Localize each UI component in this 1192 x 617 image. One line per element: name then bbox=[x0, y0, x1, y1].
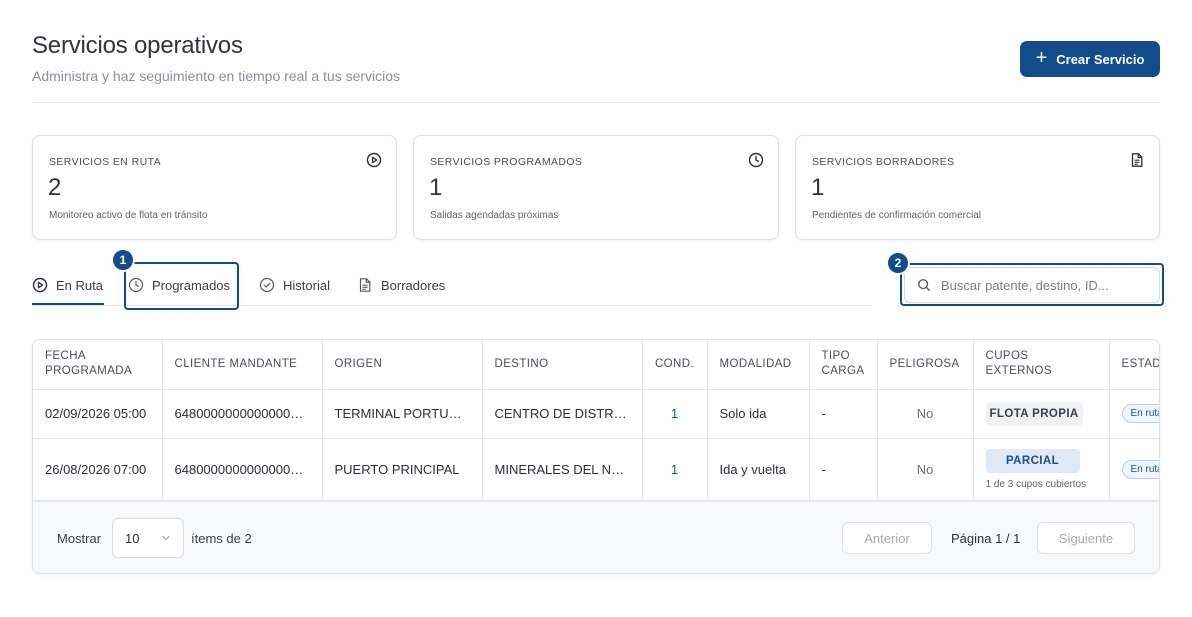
highlight-programados-tab bbox=[124, 262, 239, 310]
plus-icon: + bbox=[1035, 47, 1048, 69]
cell-modalidad: Solo ida bbox=[707, 389, 810, 439]
stat-value: 2 bbox=[48, 174, 62, 201]
cell-cliente: 6480000000000000000 bbox=[162, 389, 323, 439]
page-size-value: 10 bbox=[125, 530, 140, 546]
pagination-footer: Mostrar 10 ítems de 2 Anterior Página 1 … bbox=[33, 501, 1159, 573]
cell-destino: MINERALES DEL NORTE bbox=[482, 438, 643, 501]
cell-tipo-carga: - bbox=[809, 389, 878, 439]
tab-en-ruta[interactable]: En Ruta bbox=[32, 274, 103, 296]
cell-cliente: 6480000000000000000 bbox=[162, 438, 323, 501]
highlight-search bbox=[900, 263, 1164, 306]
cell-estado: En ruta bbox=[1109, 438, 1159, 501]
page-title: Servicios operativos bbox=[32, 32, 243, 59]
cell-fecha: 26/08/2026 07:00 bbox=[33, 438, 163, 501]
cupos-badge: PARCIAL bbox=[985, 448, 1080, 473]
previous-page-button[interactable]: Anterior bbox=[842, 522, 932, 554]
cell-peligrosa: No bbox=[877, 438, 974, 501]
cell-estado: En ruta bbox=[1109, 389, 1159, 439]
cupos-badge: FLOTA PROPIA bbox=[985, 401, 1083, 426]
cell-peligrosa: No bbox=[877, 389, 974, 439]
cell-fecha: 02/09/2026 05:00 bbox=[33, 389, 163, 439]
document-icon bbox=[359, 278, 371, 292]
column-header: ORIGEN bbox=[322, 340, 483, 390]
column-header: FECHA PROGRAMADA bbox=[33, 340, 163, 390]
stat-card-borradores: SERVICIOS BORRADORES 1 Pendientes de con… bbox=[795, 135, 1160, 240]
stat-description: Salidas agendadas próximas bbox=[430, 210, 559, 221]
step-marker-1: 1 bbox=[111, 248, 135, 272]
stat-label: SERVICIOS BORRADORES bbox=[812, 156, 955, 168]
table-row[interactable]: 26/08/2026 07:00 6480000000000000000 PUE… bbox=[33, 438, 1159, 501]
stat-description: Pendientes de confirmación comercial bbox=[812, 210, 981, 221]
cell-tipo-carga: - bbox=[809, 438, 878, 501]
stat-description: Monitoreo activo de flota en tránsito bbox=[49, 210, 208, 221]
table-row[interactable]: 02/09/2026 05:00 6480000000000000000 TER… bbox=[33, 389, 1159, 439]
column-header: TIPO CARGA bbox=[809, 340, 878, 390]
cell-cond: 1 bbox=[642, 438, 708, 501]
items-count-label: ítems de 2 bbox=[191, 531, 252, 546]
status-badge: En ruta bbox=[1121, 459, 1159, 479]
active-tab-indicator bbox=[32, 303, 104, 305]
tab-historial[interactable]: Historial bbox=[259, 274, 330, 296]
play-circle-icon bbox=[366, 152, 382, 168]
page-subtitle: Administra y haz seguimiento en tiempo r… bbox=[32, 68, 401, 84]
column-header: CUPOS EXTERNOS bbox=[973, 340, 1110, 390]
status-badge: En ruta bbox=[1121, 404, 1159, 423]
cell-cond: 1 bbox=[642, 389, 708, 439]
cell-cupos: FLOTA PROPIA bbox=[973, 389, 1110, 439]
services-table: FECHA PROGRAMADA CLIENTE MANDANTE ORIGEN… bbox=[33, 340, 1159, 501]
check-circle-icon bbox=[259, 277, 275, 293]
services-table-card: FECHA PROGRAMADA CLIENTE MANDANTE ORIGEN… bbox=[32, 339, 1160, 574]
stat-value: 1 bbox=[811, 174, 825, 201]
document-icon bbox=[1131, 153, 1143, 167]
show-label: Mostrar bbox=[57, 531, 102, 546]
stat-label: SERVICIOS PROGRAMADOS bbox=[430, 156, 583, 168]
cupos-note: 1 de 3 cupos cubiertos bbox=[985, 478, 1087, 490]
cell-origen: TERMINAL PORTUARIA bbox=[322, 389, 483, 439]
cell-destino: CENTRO DE DISTRIBUCIÓN bbox=[482, 389, 643, 439]
header-divider bbox=[32, 102, 1160, 103]
tab-label: Borradores bbox=[381, 277, 446, 293]
stat-label: SERVICIOS EN RUTA bbox=[49, 156, 162, 168]
page-size-select[interactable]: 10 bbox=[112, 518, 184, 558]
stat-card-programados: SERVICIOS PROGRAMADOS 1 Salidas agendada… bbox=[413, 135, 779, 240]
cell-modalidad: Ida y vuelta bbox=[707, 438, 810, 501]
create-service-button[interactable]: + Crear Servicio bbox=[1020, 41, 1160, 77]
step-marker-2: 2 bbox=[886, 251, 910, 275]
table-header-row: FECHA PROGRAMADA CLIENTE MANDANTE ORIGEN… bbox=[33, 340, 1159, 390]
page-info: Página 1 / 1 bbox=[951, 531, 1021, 546]
column-header: COND. bbox=[642, 340, 708, 390]
stat-card-en-ruta: SERVICIOS EN RUTA 2 Monitoreo activo de … bbox=[32, 135, 397, 240]
cell-cupos: PARCIAL 1 de 3 cupos cubiertos bbox=[973, 438, 1110, 501]
column-header: ESTADO bbox=[1109, 340, 1159, 390]
cell-origen: PUERTO PRINCIPAL bbox=[322, 438, 483, 501]
column-header: CLIENTE MANDANTE bbox=[162, 340, 323, 390]
clock-icon bbox=[748, 152, 764, 168]
next-page-button[interactable]: Siguiente bbox=[1037, 522, 1135, 554]
tab-label: En Ruta bbox=[56, 277, 103, 293]
stat-value: 1 bbox=[429, 174, 443, 201]
column-header: MODALIDAD bbox=[707, 340, 810, 390]
column-header: DESTINO bbox=[482, 340, 643, 390]
tab-label: Historial bbox=[283, 277, 330, 293]
tab-borradores[interactable]: Borradores bbox=[357, 274, 445, 296]
column-header: PELIGROSA bbox=[877, 340, 974, 390]
play-circle-icon bbox=[32, 277, 48, 293]
chevron-down-icon bbox=[162, 535, 170, 541]
create-service-label: Crear Servicio bbox=[1056, 51, 1145, 67]
